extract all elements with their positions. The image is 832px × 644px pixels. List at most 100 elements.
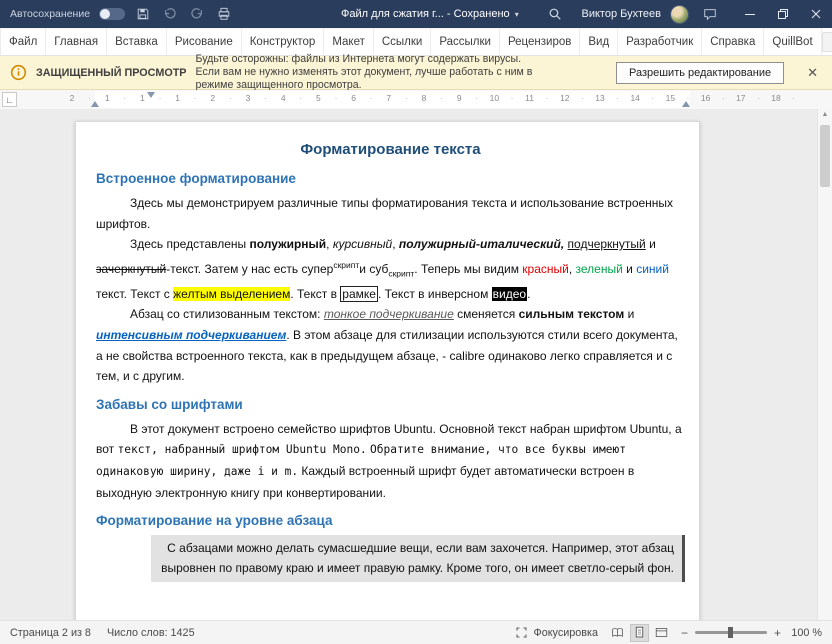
share-button[interactable]: Поделиться: [822, 32, 832, 52]
vertical-scrollbar[interactable]: ▲: [817, 109, 832, 620]
statusbar: Страница 2 из 8 Число слов: 1425 Фокусир…: [0, 620, 832, 644]
ribbon-tab-10[interactable]: Разработчик: [618, 28, 702, 55]
quick-print-icon[interactable]: [215, 5, 233, 23]
undo-icon[interactable]: [161, 5, 179, 23]
autosave-label: Автосохранение: [10, 8, 90, 20]
focus-icon: [515, 626, 528, 639]
text-run: скрипт: [333, 260, 359, 270]
ribbon-tab-0[interactable]: Файл: [0, 28, 46, 55]
enable-editing-button[interactable]: Разрешить редактирование: [616, 62, 784, 84]
ruler-number: 1: [140, 93, 145, 103]
ruler-tick: ·: [123, 93, 126, 103]
text-run: . Теперь мы видим: [414, 262, 522, 276]
text-run: сильным текстом: [519, 307, 625, 321]
zoom-level[interactable]: 100 %: [788, 627, 822, 639]
text-run: текст. Текст с: [96, 287, 173, 301]
zoom-out-icon[interactable]: −: [681, 626, 688, 640]
print-layout-icon[interactable]: [630, 624, 649, 642]
user-name[interactable]: Виктор Бухтеев: [582, 8, 661, 20]
zoom-slider[interactable]: [695, 631, 767, 634]
section-heading: Форматирование на уровне абзаца: [96, 513, 685, 528]
ruler-number: 6: [351, 93, 356, 103]
ribbon-tab-6[interactable]: Ссылки: [374, 28, 432, 55]
ruler-tick: ·: [616, 93, 619, 103]
scroll-up-icon[interactable]: ▲: [818, 111, 832, 118]
ruler-tick: ·: [722, 93, 725, 103]
doc-title: Форматирование текста: [96, 141, 685, 158]
left-indent-marker[interactable]: [91, 101, 99, 107]
close-infobar-icon[interactable]: ✕: [807, 66, 818, 79]
zoom-in-icon[interactable]: +: [774, 626, 781, 640]
paragraph: Здесь представлены полужирный, курсивный…: [96, 234, 685, 304]
ruler-tick: ·: [229, 93, 232, 103]
ribbon-tab-11[interactable]: Справка: [702, 28, 764, 55]
horizontal-ruler[interactable]: 2·1·1·1·2·3·4·5·6·7·8·9·10·11·12·13·14·1…: [0, 90, 832, 109]
first-line-indent-marker[interactable]: [147, 92, 155, 98]
text-run: и: [623, 262, 636, 276]
text-run: Абзац со стилизованным текстом:: [130, 307, 324, 321]
close-button[interactable]: [799, 0, 832, 28]
search-icon[interactable]: [546, 5, 564, 23]
ribbon-tab-3[interactable]: Рисование: [167, 28, 242, 55]
comments-icon[interactable]: [701, 5, 719, 23]
section-heading: Забавы со шрифтами: [96, 397, 685, 412]
ruler-tick: ·: [757, 93, 760, 103]
document-viewport: Форматирование текстаВстроенное форматир…: [0, 109, 817, 620]
paragraph: Абзац со стилизованным текстом: тонкое п…: [96, 304, 685, 386]
ruler-number: 3: [246, 93, 251, 103]
text-run: и: [646, 237, 656, 251]
user-avatar[interactable]: [670, 5, 689, 24]
ribbon-tab-1[interactable]: Главная: [46, 28, 107, 55]
ruler-number: 14: [630, 93, 639, 103]
text-run: зеленый: [576, 262, 623, 276]
document-title[interactable]: Файл для сжатия г... - Сохранено ▾: [341, 0, 519, 28]
minimize-button[interactable]: [733, 0, 766, 28]
ribbon-tab-9[interactable]: Вид: [580, 28, 618, 55]
text-run: сменяется: [454, 307, 519, 321]
text-run: тонкое подчеркивание: [324, 307, 454, 321]
ribbon-tab-2[interactable]: Вставка: [107, 28, 167, 55]
save-icon[interactable]: [134, 5, 152, 23]
web-layout-icon[interactable]: [652, 624, 671, 642]
ribbon-tab-4[interactable]: Конструктор: [242, 28, 325, 55]
page-indicator[interactable]: Страница 2 из 8: [10, 627, 91, 639]
text-run: скрипт: [388, 268, 414, 278]
paragraph: В этот документ встроено семейство шрифт…: [96, 419, 685, 503]
text-run: зачеркнутый: [96, 262, 166, 276]
ruler-number: 18: [771, 93, 780, 103]
text-run: курсивный: [333, 237, 392, 251]
view-switcher: [608, 624, 671, 642]
document-page: Форматирование текстаВстроенное форматир…: [75, 121, 700, 620]
ribbon-tab-8[interactable]: Рецензиров: [500, 28, 580, 55]
ruler-number: 7: [386, 93, 391, 103]
text-run: интенсивным подчеркиванием: [96, 328, 286, 342]
ruler-number: 2: [70, 93, 75, 103]
ruler-tick: ·: [194, 93, 197, 103]
ribbon-tab-7[interactable]: Рассылки: [431, 28, 500, 55]
right-indent-marker[interactable]: [682, 101, 690, 107]
chevron-down-icon: ▾: [515, 10, 519, 19]
ribbon-tab-12[interactable]: QuillBot: [764, 28, 821, 55]
scrollbar-thumb[interactable]: [820, 125, 830, 187]
text-run: текст, набранный шрифтом Ubuntu Mono.: [117, 443, 366, 456]
titlebar-right: Виктор Бухтеев: [546, 0, 832, 28]
restore-button[interactable]: [766, 0, 799, 28]
focus-label: Фокусировка: [533, 627, 597, 639]
ruler-tick: ·: [792, 93, 795, 103]
ribbon-tab-5[interactable]: Макет: [324, 28, 374, 55]
text-run: Здесь мы демонстрируем различные типы фо…: [96, 196, 673, 231]
text-run: и: [624, 307, 634, 321]
focus-mode-button[interactable]: Фокусировка: [515, 626, 597, 639]
ruler-number: 2: [210, 93, 215, 103]
redo-icon[interactable]: [188, 5, 206, 23]
text-run: С абзацами можно делать сумасшедшие вещи…: [161, 541, 674, 575]
ruler-number: 15: [666, 93, 675, 103]
zoom-slider-thumb[interactable]: [728, 627, 733, 638]
autosave-toggle[interactable]: [99, 8, 125, 20]
text-run: красный: [522, 262, 569, 276]
text-run: полужирный-италический,: [399, 237, 564, 251]
ruler-number: 4: [281, 93, 286, 103]
tab-stop-selector[interactable]: ∟: [2, 92, 17, 107]
word-count[interactable]: Число слов: 1425: [107, 627, 195, 639]
read-mode-icon[interactable]: [608, 624, 627, 642]
